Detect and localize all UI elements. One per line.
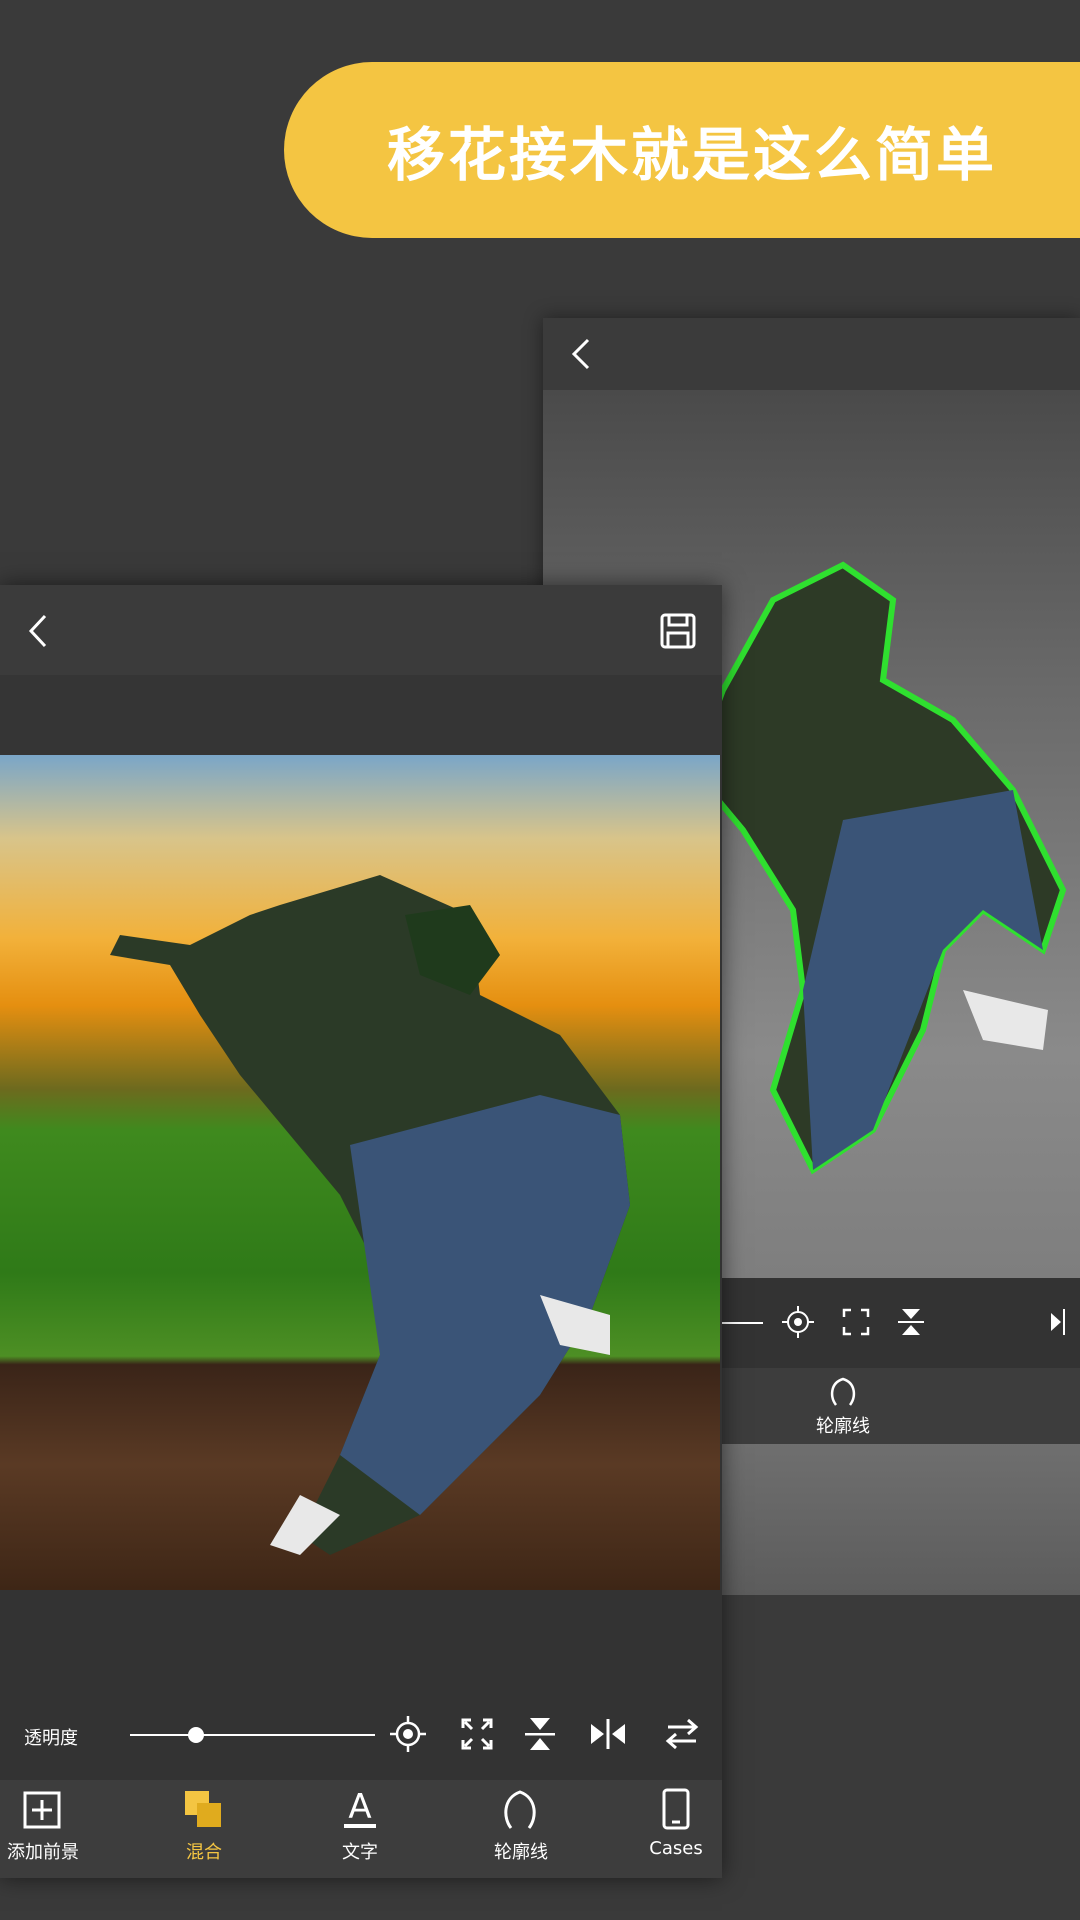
front-screen-spacer	[0, 675, 722, 755]
composite-photo	[0, 755, 720, 1590]
target-icon[interactable]	[386, 1712, 430, 1756]
text-icon[interactable]: A	[338, 1786, 382, 1832]
opacity-label: 透明度	[24, 1728, 78, 1749]
save-icon[interactable]	[656, 609, 700, 653]
banner-text: 移花接木就是这么简单	[386, 121, 997, 189]
svg-text:A: A	[348, 1788, 371, 1827]
back-arrow-icon[interactable]	[561, 334, 601, 374]
blend-icon[interactable]	[182, 1788, 226, 1832]
swap-icon[interactable]	[660, 1712, 704, 1756]
opacity-slider-knob[interactable]	[188, 1727, 205, 1743]
fullscreen-icon[interactable]	[455, 1712, 499, 1756]
back-tab-outline-label: 轮廓线	[816, 1416, 870, 1437]
target-icon[interactable]	[778, 1302, 818, 1342]
add-foreground-icon[interactable]	[20, 1788, 64, 1832]
outline-icon[interactable]	[823, 1372, 863, 1410]
flip-horizontal-icon[interactable]	[1048, 1302, 1080, 1342]
opacity-slider-track[interactable]	[130, 1734, 375, 1736]
tab-blend-label: 混合	[186, 1842, 222, 1863]
flip-vertical-icon[interactable]	[891, 1302, 931, 1342]
promo-banner: 移花接木就是这么简单	[284, 62, 1080, 238]
tab-text-label: 文字	[342, 1842, 378, 1863]
back-arrow-icon[interactable]	[18, 609, 58, 653]
cases-icon[interactable]	[656, 1786, 696, 1832]
tab-add-foreground-label: 添加前景	[7, 1842, 79, 1863]
front-screen-tabbar: 添加前景 混合 A 文字 轮廓线 Cases	[0, 1780, 722, 1878]
tab-cases-label: Cases	[649, 1838, 703, 1859]
flip-horizontal-icon[interactable]	[586, 1712, 630, 1756]
front-screen-topbar	[0, 585, 722, 675]
tab-outline-label: 轮廓线	[494, 1842, 548, 1863]
front-screen: 透明度 添加前景 混合 A 文字 轮廓线 Cases	[0, 585, 722, 1878]
fullscreen-icon[interactable]	[836, 1302, 876, 1342]
flip-vertical-icon[interactable]	[518, 1712, 562, 1756]
back-screen-topbar	[543, 318, 1080, 390]
front-screen-controls: 透明度	[0, 1690, 722, 1780]
outline-icon[interactable]	[498, 1786, 542, 1832]
